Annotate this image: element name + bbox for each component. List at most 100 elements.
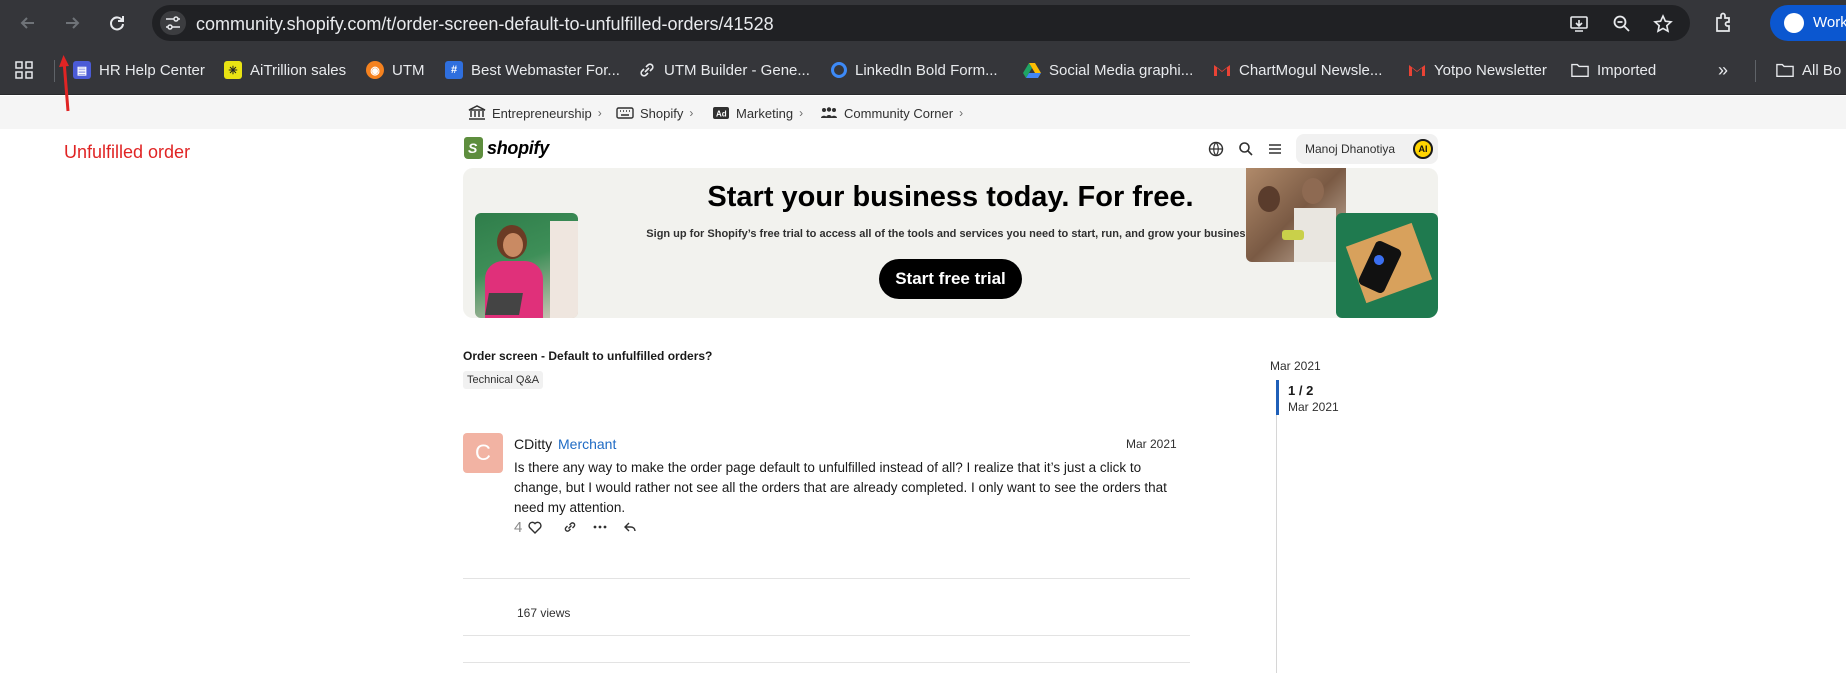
- reply-icon: [624, 522, 636, 532]
- bookmarks-divider: [54, 60, 55, 82]
- divider: [463, 662, 1190, 663]
- bookmark-aitrillion-sales[interactable]: ✳ AiTrillion sales: [224, 57, 346, 83]
- bank-icon: [468, 105, 486, 121]
- gmail-icon: [1408, 61, 1426, 79]
- profile-label: Work: [1813, 14, 1846, 31]
- nav-item-shopify[interactable]: Shopify ›: [616, 103, 693, 123]
- bookmark-utm[interactable]: ◉ UTM: [366, 57, 425, 83]
- people-shopping-photo: [1246, 168, 1346, 262]
- reload-button[interactable]: [103, 9, 131, 37]
- bookmark-label: Imported: [1597, 61, 1657, 79]
- bookmark-utm-builder[interactable]: UTM Builder - Gene...: [638, 57, 810, 83]
- people-icon: [820, 105, 838, 121]
- chevron-right-icon: ›: [597, 106, 602, 120]
- apps-button[interactable]: [14, 57, 34, 83]
- bookmark-folder-imported[interactable]: Imported: [1571, 57, 1656, 83]
- svg-text:Ad: Ad: [716, 110, 727, 119]
- profile-button[interactable]: Work: [1770, 5, 1846, 41]
- bookmark-label: UTM: [392, 61, 425, 79]
- bookmark-best-webmaster[interactable]: # Best Webmaster For...: [445, 57, 620, 83]
- bookmark-label: Social Media graphi...: [1049, 61, 1194, 79]
- annotation-label: Unfulfilled order: [64, 142, 191, 162]
- reply-button[interactable]: [623, 517, 637, 537]
- reload-icon: [110, 16, 124, 31]
- utm-favicon: ◉: [366, 61, 384, 79]
- aitrillion-favicon: ✳: [224, 61, 242, 79]
- bookmark-label: Best Webmaster For...: [471, 61, 620, 79]
- timeline-position: 1 / 2: [1288, 383, 1314, 398]
- divider: [463, 578, 1190, 579]
- bookmark-label: AiTrillion sales: [250, 61, 347, 79]
- post-body: Is there any way to make the order page …: [514, 460, 1167, 515]
- ellipsis-icon: [593, 525, 607, 529]
- bookmark-label: UTM Builder - Gene...: [664, 61, 810, 79]
- bookmark-linkedin-bold[interactable]: LinkedIn Bold Form...: [831, 57, 998, 83]
- shopify-logo[interactable]: shopify: [464, 136, 549, 160]
- search-button[interactable]: [1235, 138, 1257, 160]
- logo-text: shopify: [487, 137, 549, 158]
- url-text[interactable]: community.shopify.com/t/order-screen-def…: [196, 14, 774, 35]
- bookmark-hr-help-center[interactable]: ▤ HR Help Center: [73, 57, 205, 83]
- site-info-icon[interactable]: [160, 11, 186, 35]
- bookmark-social-media-graphics[interactable]: Social Media graphi...: [1023, 57, 1193, 83]
- extensions-icon[interactable]: [1712, 11, 1736, 35]
- like-count: 4: [514, 518, 523, 536]
- bookmark-label: Yotpo Newsletter: [1434, 61, 1547, 79]
- shopify-bag-icon: [464, 137, 483, 159]
- bookmark-star-icon[interactable]: [1652, 13, 1674, 35]
- web-page: Entrepreneurship › Shopify › Ad Marketin…: [0, 55, 1846, 673]
- profile-avatar: [1784, 13, 1804, 33]
- nav-item-label: Entrepreneurship: [492, 105, 592, 121]
- topic-title: Order screen - Default to unfulfilled or…: [463, 349, 713, 363]
- bookmarks-divider: [1755, 60, 1756, 82]
- install-app-icon[interactable]: [1568, 13, 1590, 35]
- all-bookmarks-label: All Bo: [1802, 61, 1842, 79]
- heart-icon: [528, 521, 542, 534]
- annotation-arrow-icon: [59, 55, 70, 112]
- chevron-right-icon: ›: [799, 106, 804, 120]
- nav-item-marketing[interactable]: Ad Marketing ›: [712, 103, 803, 123]
- package-and-phone-photo: [1336, 213, 1438, 318]
- gmail-icon: [1213, 61, 1231, 79]
- timeline-handle[interactable]: [1276, 380, 1279, 415]
- globe-icon: [1208, 141, 1224, 157]
- google-drive-icon: [1023, 61, 1041, 79]
- category-nav: Entrepreneurship › Shopify › Ad Marketin…: [0, 96, 1846, 129]
- chevron-double-right-icon: »: [1718, 59, 1729, 80]
- apps-grid-icon: [15, 61, 33, 79]
- bookmark-chartmogul-newsletter[interactable]: ChartMogul Newsle...: [1213, 57, 1382, 83]
- share-link-button[interactable]: [563, 517, 577, 537]
- bookmarks-bar: ▤ HR Help Center ✳ AiTrillion sales ◉ UT…: [0, 45, 1846, 95]
- user-name: Manoj Dhanotiya: [1305, 142, 1396, 156]
- menu-button[interactable]: [1264, 138, 1286, 160]
- address-bar[interactable]: community.shopify.com/t/order-screen-def…: [152, 5, 1690, 41]
- timeline-position-date: Mar 2021: [1288, 400, 1339, 414]
- start-free-trial-button[interactable]: Start free trial: [879, 259, 1022, 299]
- folder-icon: [1571, 61, 1589, 79]
- author-name[interactable]: CDitty: [514, 436, 552, 452]
- bookmark-yotpo-newsletter[interactable]: Yotpo Newsletter: [1408, 57, 1547, 83]
- author-avatar[interactable]: C: [463, 433, 503, 473]
- more-actions-button[interactable]: [592, 517, 608, 537]
- timeline-track[interactable]: [1276, 380, 1277, 673]
- arrow-right-icon: [66, 17, 80, 29]
- nav-item-entrepreneurship[interactable]: Entrepreneurship ›: [468, 103, 602, 123]
- keyboard-icon: [616, 105, 634, 121]
- user-menu-button[interactable]: Manoj Dhanotiya AI: [1296, 134, 1438, 164]
- webmaster-favicon: #: [445, 61, 463, 79]
- forward-button[interactable]: [58, 9, 86, 37]
- like-button[interactable]: 4: [514, 517, 542, 537]
- language-button[interactable]: [1205, 138, 1227, 160]
- back-button[interactable]: [14, 9, 42, 37]
- author-role-badge: Merchant: [558, 436, 617, 452]
- zoom-icon[interactable]: [1611, 13, 1633, 35]
- chevron-right-icon: ›: [959, 106, 964, 120]
- post-date[interactable]: Mar 2021: [1126, 437, 1177, 451]
- chevron-right-icon: ›: [689, 106, 694, 120]
- all-bookmarks-button[interactable]: All Bo: [1776, 57, 1841, 83]
- linkedin-bold-favicon: [831, 62, 847, 78]
- bookmarks-overflow-button[interactable]: »: [1718, 57, 1728, 83]
- nav-item-community-corner[interactable]: Community Corner ›: [820, 103, 963, 123]
- category-tag[interactable]: Technical Q&A: [463, 371, 544, 389]
- timeline-start-date[interactable]: Mar 2021: [1270, 359, 1321, 373]
